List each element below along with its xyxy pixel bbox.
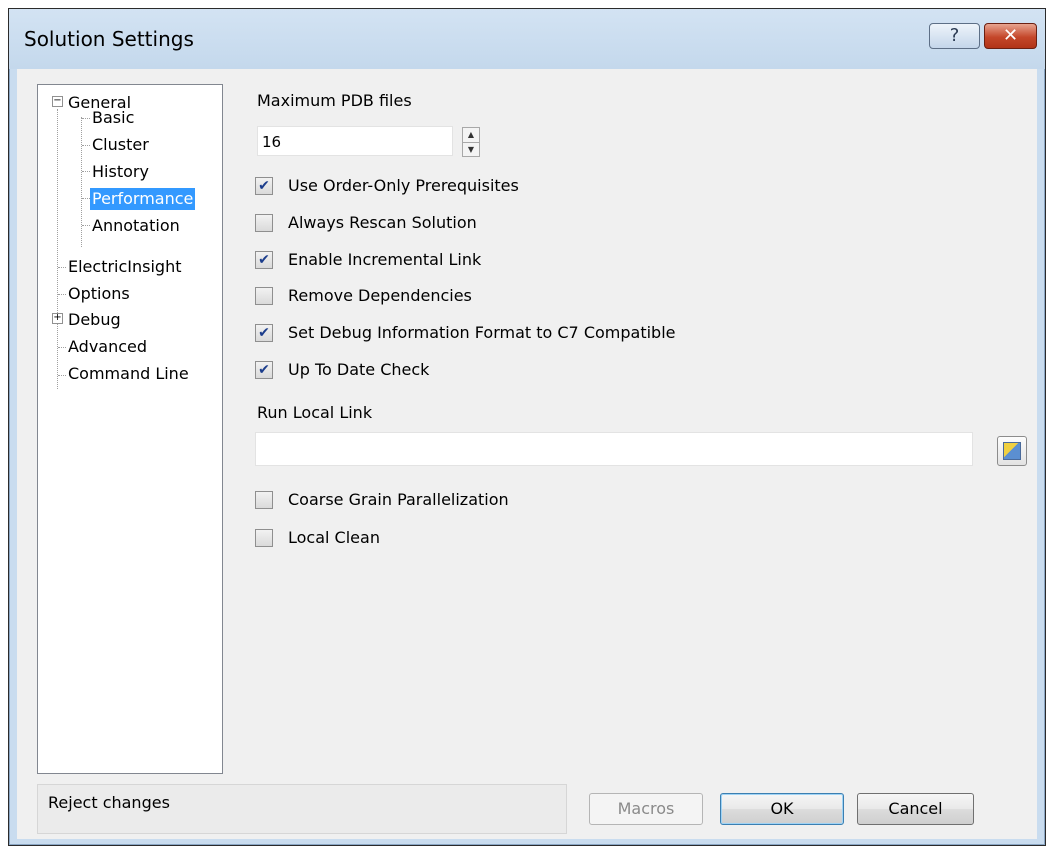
always-rescan-label: Always Rescan Solution: [288, 213, 477, 232]
tree-line: [58, 267, 66, 268]
coarse-grain-label: Coarse Grain Parallelization: [288, 490, 509, 509]
always-rescan-checkbox[interactable]: [255, 214, 273, 232]
help-button[interactable]: ?: [929, 23, 980, 49]
debug-format-checkbox[interactable]: ✔: [255, 324, 273, 342]
macros-button[interactable]: Macros: [589, 793, 703, 825]
dialog-title: Solution Settings: [24, 27, 194, 51]
tree-item-performance[interactable]: Performance: [90, 188, 196, 210]
browse-icon: [1003, 441, 1021, 460]
tree-item-annotation[interactable]: Annotation: [90, 215, 182, 237]
tree-line: [58, 347, 66, 348]
tree-line: [58, 375, 66, 376]
run-local-link-label: Run Local Link: [257, 403, 373, 422]
close-button[interactable]: ✕: [984, 23, 1037, 49]
tree-item-cluster[interactable]: Cluster: [90, 134, 151, 156]
tree-item-basic[interactable]: Basic: [90, 107, 136, 129]
description-box: Reject changes: [37, 784, 567, 834]
tree-line: [82, 118, 90, 119]
order-only-checkbox[interactable]: ✔: [255, 177, 273, 195]
tree-item-debug[interactable]: Debug: [66, 309, 123, 331]
max-pdb-spinner[interactable]: ▲ ▼: [462, 127, 480, 157]
max-pdb-input[interactable]: 16: [257, 126, 453, 156]
description-text: Reject changes: [48, 793, 170, 812]
browse-button[interactable]: [997, 436, 1027, 466]
tree-line: [81, 117, 82, 247]
collapse-icon[interactable]: −: [52, 96, 63, 107]
tree-item-history[interactable]: History: [90, 161, 151, 183]
ok-button[interactable]: OK: [720, 793, 844, 825]
remove-dependencies-checkbox[interactable]: [255, 287, 273, 305]
tree-line: [82, 225, 90, 226]
max-pdb-label: Maximum PDB files: [257, 91, 412, 110]
cancel-button[interactable]: Cancel: [857, 793, 974, 825]
local-clean-label: Local Clean: [288, 528, 380, 547]
remove-dependencies-label: Remove Dependencies: [288, 286, 472, 305]
max-pdb-value: 16: [262, 133, 282, 151]
tree-line: [82, 198, 90, 199]
tree-line: [58, 294, 66, 295]
up-to-date-label: Up To Date Check: [288, 360, 430, 379]
solution-settings-dialog: Solution Settings ? ✕ − General Basic Cl…: [8, 8, 1046, 846]
title-bar: Solution Settings ? ✕: [9, 9, 1045, 69]
incremental-link-checkbox[interactable]: ✔: [255, 251, 273, 269]
up-to-date-checkbox[interactable]: ✔: [255, 361, 273, 379]
incremental-link-label: Enable Incremental Link: [288, 250, 482, 269]
tree-line: [82, 171, 90, 172]
local-clean-checkbox[interactable]: [255, 529, 273, 547]
tree-item-electricinsight[interactable]: ElectricInsight: [66, 256, 184, 278]
spin-down-icon[interactable]: ▼: [463, 143, 479, 157]
tree-item-options[interactable]: Options: [66, 283, 132, 305]
expand-icon[interactable]: +: [52, 313, 63, 324]
tree-line: [82, 145, 90, 146]
tree-item-advanced[interactable]: Advanced: [66, 336, 149, 358]
coarse-grain-checkbox[interactable]: [255, 491, 273, 509]
debug-format-label: Set Debug Information Format to C7 Compa…: [288, 323, 676, 342]
run-local-link-input[interactable]: [255, 432, 973, 466]
order-only-label: Use Order-Only Prerequisites: [288, 176, 519, 195]
dialog-client-area: − General Basic Cluster History Performa…: [17, 69, 1037, 839]
tree-item-command-line[interactable]: Command Line: [66, 363, 191, 385]
settings-tree[interactable]: − General Basic Cluster History Performa…: [37, 84, 223, 774]
spin-up-icon[interactable]: ▲: [463, 128, 479, 143]
